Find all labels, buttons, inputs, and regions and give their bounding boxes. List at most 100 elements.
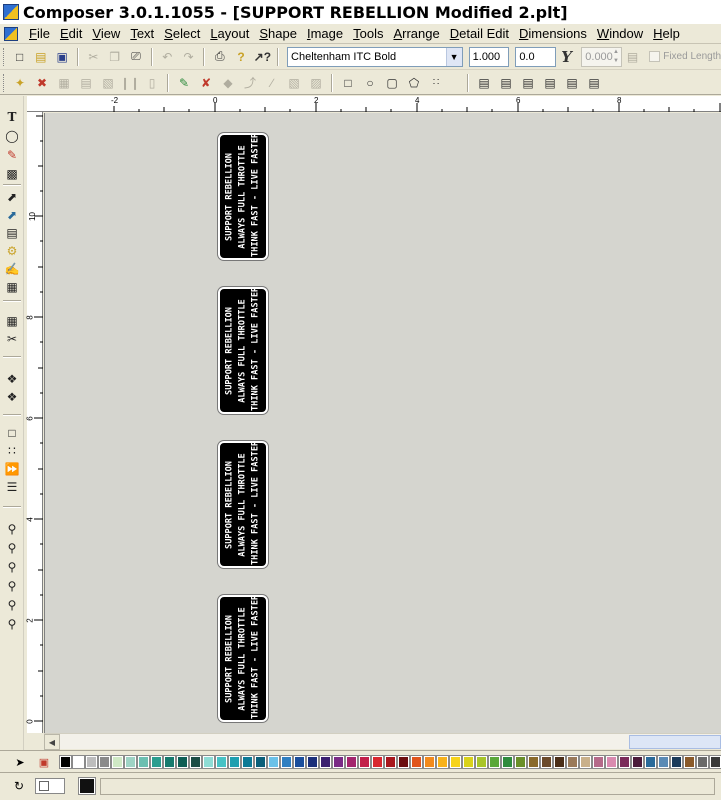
- paint-bucket-icon[interactable]: ⚙: [3, 242, 21, 259]
- color-swatch[interactable]: [85, 755, 98, 769]
- scrollbar-thumb[interactable]: [629, 735, 721, 749]
- print-icon[interactable]: ⎙: [210, 47, 229, 67]
- chevron-down-icon[interactable]: ▼: [445, 47, 462, 66]
- color-swatch[interactable]: [527, 755, 540, 769]
- delete-node-icon[interactable]: ✖: [32, 73, 52, 93]
- color-swatch[interactable]: [410, 755, 423, 769]
- menu-file[interactable]: File: [24, 26, 55, 41]
- zoom-in-icon[interactable]: ⚲: [3, 539, 21, 556]
- color-swatch[interactable]: [501, 755, 514, 769]
- menu-help[interactable]: Help: [648, 26, 685, 41]
- color-swatch[interactable]: [150, 755, 163, 769]
- color-swatch[interactable]: [449, 755, 462, 769]
- cut-icon[interactable]: ✂: [84, 47, 103, 67]
- color-swatch[interactable]: [267, 755, 280, 769]
- color-swatch[interactable]: [98, 755, 111, 769]
- ellipse-icon[interactable]: ○: [360, 73, 380, 93]
- context-help-icon[interactable]: ↗?: [253, 47, 272, 67]
- color-swatch[interactable]: [696, 755, 709, 769]
- color-swatch[interactable]: [254, 755, 267, 769]
- rotate-tool-icon[interactable]: ❖: [3, 388, 21, 405]
- weld-icon[interactable]: ▨: [306, 73, 326, 93]
- rectangle-icon[interactable]: □: [338, 73, 358, 93]
- line-segment-icon[interactable]: ∕: [262, 73, 282, 93]
- color-swatch[interactable]: [553, 755, 566, 769]
- slant-field[interactable]: 0.0: [515, 46, 556, 67]
- lasso-tool-icon[interactable]: ◯: [3, 127, 21, 144]
- distribute-nodes-icon[interactable]: ▯: [142, 73, 162, 93]
- scroll-left-icon[interactable]: ◀: [44, 734, 60, 750]
- color-swatch[interactable]: [423, 755, 436, 769]
- color-swatch[interactable]: [215, 755, 228, 769]
- color-swatch[interactable]: [709, 755, 721, 769]
- menu-select[interactable]: Select: [159, 26, 205, 41]
- color-swatch[interactable]: [488, 755, 501, 769]
- align-right-icon[interactable]: ▤: [518, 73, 538, 93]
- color-swatch[interactable]: [345, 755, 358, 769]
- stroke-color-indicator[interactable]: [78, 777, 96, 795]
- color-swatch[interactable]: [137, 755, 150, 769]
- layers-tool-icon[interactable]: ☰: [3, 478, 21, 495]
- color-swatch[interactable]: [657, 755, 670, 769]
- label-plate-4[interactable]: SUPPORT REBELLION ALWAYS FULL THROTTLE T…: [218, 595, 268, 722]
- color-swatch[interactable]: [397, 755, 410, 769]
- color-swatch[interactable]: [384, 755, 397, 769]
- color-swatch[interactable]: [592, 755, 605, 769]
- color-swatch[interactable]: [59, 755, 72, 769]
- polygon-icon[interactable]: ⬠: [404, 73, 424, 93]
- join-node-icon[interactable]: ▤: [76, 73, 96, 93]
- node-select-icon[interactable]: ⬈: [3, 206, 21, 223]
- menu-detail-edit[interactable]: Detail Edit: [445, 26, 514, 41]
- color-swatch[interactable]: [371, 755, 384, 769]
- menu-text[interactable]: Text: [125, 26, 159, 41]
- color-swatch[interactable]: [280, 755, 293, 769]
- open-folder-icon[interactable]: ▤: [31, 47, 50, 67]
- align-middle-icon[interactable]: ▤: [562, 73, 582, 93]
- curve-segment-icon[interactable]: ⤴: [240, 73, 260, 93]
- color-swatch[interactable]: [163, 755, 176, 769]
- color-swatch[interactable]: [241, 755, 254, 769]
- color-swatch[interactable]: [332, 755, 345, 769]
- rounded-rect-icon[interactable]: ▢: [382, 73, 402, 93]
- color-swatch[interactable]: [111, 755, 124, 769]
- node-edit-icon[interactable]: ✦: [10, 73, 30, 93]
- label-plate-1[interactable]: SUPPORT REBELLION ALWAYS FULL THROTTLE T…: [218, 133, 268, 260]
- color-swatch[interactable]: [540, 755, 553, 769]
- undo-icon[interactable]: ↶: [158, 47, 177, 67]
- color-swatch[interactable]: [670, 755, 683, 769]
- label-plate-2[interactable]: SUPPORT REBELLION ALWAYS FULL THROTTLE T…: [218, 287, 268, 414]
- color-swatch[interactable]: [228, 755, 241, 769]
- align-bottom-icon[interactable]: ▤: [584, 73, 604, 93]
- redo-icon[interactable]: ↷: [179, 47, 198, 67]
- color-swatch[interactable]: [618, 755, 631, 769]
- knife-tool-icon[interactable]: ✂: [3, 330, 21, 347]
- paste-icon[interactable]: ⎚: [126, 47, 145, 67]
- smooth-node-icon[interactable]: ▧: [98, 73, 118, 93]
- text-frame-icon[interactable]: ▤: [3, 224, 21, 241]
- grid-tool-icon[interactable]: ▦: [3, 312, 21, 329]
- color-swatch[interactable]: [436, 755, 449, 769]
- color-swatch[interactable]: [631, 755, 644, 769]
- fill-color-indicator[interactable]: [35, 778, 65, 794]
- page-tool-icon[interactable]: □: [3, 424, 21, 441]
- color-swatch[interactable]: [683, 755, 696, 769]
- text-tool-icon[interactable]: T: [3, 108, 21, 125]
- add-node-icon[interactable]: ◆: [218, 73, 238, 93]
- menu-layout[interactable]: Layout: [205, 26, 254, 41]
- align-nodes-icon[interactable]: ❙❙: [120, 73, 140, 93]
- color-swatch[interactable]: [176, 755, 189, 769]
- drawing-canvas[interactable]: SUPPORT REBELLION ALWAYS FULL THROTTLE T…: [44, 113, 721, 733]
- horizontal-scrollbar[interactable]: ◀: [44, 733, 721, 750]
- menu-tools[interactable]: Tools: [348, 26, 388, 41]
- color-swatch[interactable]: [566, 755, 579, 769]
- pencil-tool-icon[interactable]: ✎: [3, 146, 21, 163]
- rotate-icon[interactable]: ↻: [14, 779, 24, 793]
- color-swatch[interactable]: [605, 755, 618, 769]
- break-node-icon[interactable]: ▦: [54, 73, 74, 93]
- copy-icon[interactable]: ❐: [105, 47, 124, 67]
- color-swatch[interactable]: [189, 755, 202, 769]
- color-swatch[interactable]: [462, 755, 475, 769]
- pattern-tool-icon[interactable]: ▦: [3, 278, 21, 295]
- save-icon[interactable]: ▣: [52, 47, 71, 67]
- color-swatch[interactable]: [514, 755, 527, 769]
